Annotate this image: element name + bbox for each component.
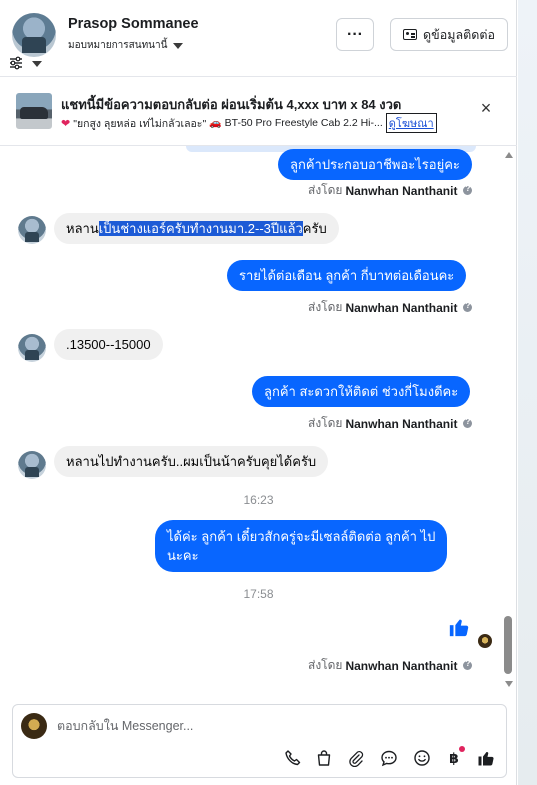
ad-quote: "ยกสูง ลุยหล่อ เท่ไม่กลัวเลอะ" bbox=[73, 117, 207, 130]
outgoing-message[interactable]: รายได้ต่อเดือน ลูกค้า กี่บาทต่อเดือนคะ bbox=[227, 260, 467, 291]
sender-name: Nanwhan Nanthanit bbox=[345, 658, 458, 673]
chevron-down-icon bbox=[173, 42, 184, 49]
sender-name: Nanwhan Nanthanit bbox=[345, 416, 458, 431]
ad-title: แชทนี้มีข้อความตอบกลับต่อ ผ่อนเริ่มต้น 4… bbox=[61, 97, 402, 112]
contact-avatar-small[interactable] bbox=[18, 451, 46, 479]
outgoing-message[interactable]: ลูกค้า สะดวกให้ติดต่ ช่วงกี่โมงดีคะ bbox=[252, 376, 471, 407]
timestamp: 17:58 bbox=[243, 587, 274, 601]
info-icon[interactable] bbox=[463, 417, 473, 428]
chevron-down-icon[interactable] bbox=[32, 61, 42, 67]
assign-conversation-dropdown[interactable]: มอบหมายการสนทนานี้ bbox=[68, 38, 184, 53]
message-text: ครับ bbox=[302, 221, 327, 236]
close-icon[interactable]: × bbox=[478, 99, 494, 117]
incoming-message[interactable]: หลานเป็นช่างแอร์ครับทำงานมา.2--3ปีแล้วคร… bbox=[54, 213, 339, 244]
conversation-header: Prasop Sommanee มอบหมายการสนทนานี้ ··· ด… bbox=[0, 0, 517, 76]
sent-by-prefix: ส่งโดย bbox=[308, 416, 343, 430]
info-icon[interactable] bbox=[463, 659, 473, 670]
incoming-message[interactable]: หลานไปทำงานครับ..ผมเป็นน้าครับคุยได้ครับ bbox=[54, 446, 329, 477]
incoming-message[interactable]: .13500--15000 bbox=[54, 329, 163, 360]
ad-subtitle: ❤ "ยกสูง ลุยหล่อ เท่ไม่กลัวเลอะ" 🚗 BT-50… bbox=[61, 113, 437, 133]
sent-by-prefix: ส่งโดย bbox=[308, 300, 343, 314]
view-contact-label: ดูข้อมูลติดต่อ bbox=[423, 27, 495, 42]
ad-thumbnail[interactable] bbox=[16, 93, 52, 129]
sliders-icon[interactable] bbox=[9, 56, 23, 70]
scrollbar[interactable] bbox=[504, 150, 514, 690]
ad-model: BT-50 Pro Freestyle Cab 2.2 Hi-... bbox=[224, 117, 383, 129]
contact-card-icon bbox=[403, 29, 418, 40]
sender-name: Nanwhan Nanthanit bbox=[345, 183, 458, 198]
sent-by-label: ส่งโดย Nanwhan Nanthanit bbox=[308, 298, 473, 317]
scrollbar-thumb[interactable] bbox=[504, 616, 512, 674]
view-contact-button[interactable]: ดูข้อมูลติดต่อ bbox=[390, 18, 508, 51]
outgoing-message[interactable]: ลูกค้าประกอบอาชีพอะไรอยู่คะ bbox=[278, 149, 472, 180]
more-options-button[interactable]: ··· bbox=[336, 18, 374, 51]
sent-by-prefix: ส่งโดย bbox=[308, 658, 343, 672]
sent-by-label: ส่งโดย Nanwhan Nanthanit bbox=[308, 656, 473, 675]
page-avatar bbox=[21, 713, 47, 739]
contact-avatar-small[interactable] bbox=[18, 216, 46, 244]
assign-label: มอบหมายการสนทนานี้ bbox=[68, 40, 168, 51]
timestamp: 16:23 bbox=[243, 493, 274, 507]
sender-name: Nanwhan Nanthanit bbox=[345, 300, 458, 315]
selected-text: เป็นช่างแอร์ครับทำงานมา.2--3ปีแล้ว bbox=[98, 221, 303, 236]
view-ad-link[interactable]: ดูโฆษณา bbox=[385, 113, 437, 133]
sent-by-label: ส่งโดย Nanwhan Nanthanit bbox=[308, 181, 473, 200]
conversation-panel: Prasop Sommanee มอบหมายการสนทนานี้ ··· ด… bbox=[0, 0, 517, 785]
seen-avatar bbox=[478, 634, 492, 648]
scroll-up-icon[interactable] bbox=[505, 152, 513, 158]
paperclip-icon[interactable] bbox=[347, 749, 365, 767]
message-line: นะคะ bbox=[167, 548, 199, 563]
shopping-bag-icon[interactable] bbox=[315, 749, 333, 767]
contact-name[interactable]: Prasop Sommanee bbox=[68, 16, 199, 32]
info-icon[interactable] bbox=[463, 184, 473, 195]
thumbs-up-icon[interactable] bbox=[448, 616, 470, 638]
contact-avatar-small[interactable] bbox=[18, 334, 46, 362]
thumbs-up-icon[interactable] bbox=[477, 749, 495, 767]
notification-dot bbox=[459, 746, 465, 752]
heart-icon: ❤ bbox=[61, 117, 71, 130]
outgoing-message[interactable]: ได้ค่ะ ลูกค้า เดี๋ยวสักครู่จะมีเซลล์ติดต… bbox=[155, 520, 448, 572]
phone-icon[interactable] bbox=[284, 749, 302, 767]
smiley-icon[interactable] bbox=[413, 749, 431, 767]
message-text: หลาน bbox=[66, 221, 99, 236]
info-icon[interactable] bbox=[463, 301, 473, 312]
sent-by-prefix: ส่งโดย bbox=[308, 183, 343, 197]
message-thread[interactable]: ลูกค้าประกอบอาชีพอะไรอยู่คะ ส่งโดย Nanwh… bbox=[0, 146, 517, 696]
ad-context-banner: แชทนี้มีข้อความตอบกลับต่อ ผ่อนเริ่มต้น 4… bbox=[0, 77, 517, 146]
sent-by-label: ส่งโดย Nanwhan Nanthanit bbox=[308, 414, 473, 433]
scroll-down-icon[interactable] bbox=[505, 681, 513, 687]
message-composer: ฿ bbox=[12, 704, 507, 778]
chat-bubble-icon[interactable] bbox=[380, 749, 398, 767]
message-line: ได้ค่ะ ลูกค้า เดี๋ยวสักครู่จะมีเซลล์ติดต… bbox=[167, 529, 436, 544]
car-icon: 🚗 bbox=[209, 117, 222, 129]
reply-input[interactable] bbox=[57, 717, 487, 735]
contact-avatar[interactable] bbox=[12, 13, 56, 57]
side-panel-edge bbox=[518, 0, 537, 785]
